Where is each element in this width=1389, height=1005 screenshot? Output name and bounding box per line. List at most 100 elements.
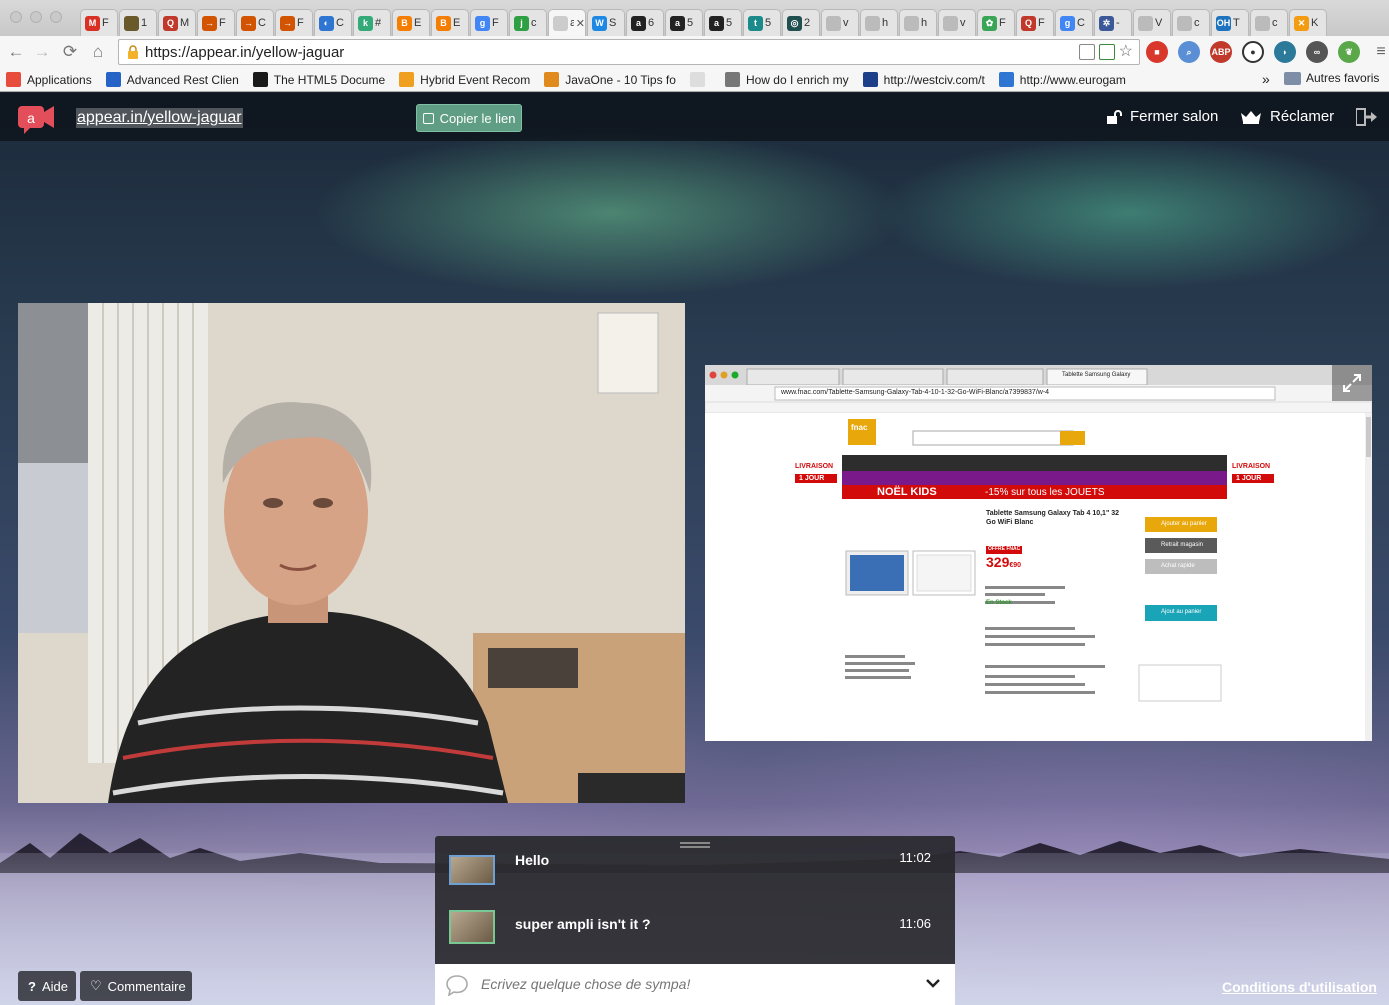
x-icon: ✕ xyxy=(1294,15,1309,31)
help-button[interactable]: ? Aide xyxy=(18,971,76,1001)
window-minimize-button[interactable] xyxy=(30,11,42,23)
appear-logo[interactable]: a xyxy=(18,104,54,134)
bookmark-item[interactable]: JavaOne - 10 Tips fo xyxy=(544,72,676,87)
page-icon xyxy=(904,15,919,31)
google-icon: g xyxy=(1060,15,1075,31)
browser-tab[interactable]: ✲ - xyxy=(1094,9,1132,36)
bookmark-label: Applications xyxy=(27,72,92,87)
browser-tab[interactable]: a5 xyxy=(704,9,742,36)
close-tab-icon[interactable]: ✕ xyxy=(576,17,585,30)
bookmark-item[interactable]: Applications xyxy=(6,72,92,87)
k-icon: k xyxy=(358,15,373,31)
home-button[interactable]: ⌂ xyxy=(86,40,110,64)
browser-tab[interactable]: v xyxy=(821,9,859,36)
amazon-icon: a xyxy=(631,15,646,31)
fullscreen-button[interactable] xyxy=(1332,365,1372,401)
browser-tab[interactable]: WS xyxy=(587,9,625,36)
tab-label: 1 xyxy=(141,17,148,29)
browser-tab[interactable]: ◎ 2 xyxy=(782,9,820,36)
extension-icons: ■ ⌕ ABP ● ◗ ∞ ❦ ≡ xyxy=(1146,41,1389,63)
bookmark-item[interactable]: http://www.eurogam xyxy=(998,72,1126,87)
close-room-button[interactable]: Fermer salon xyxy=(1106,108,1218,125)
camera-icon[interactable] xyxy=(1078,44,1095,60)
tab-label: c xyxy=(1272,17,1278,29)
tab-label: M xyxy=(180,17,190,29)
signal-extension-icon[interactable]: ◗ xyxy=(1274,41,1296,63)
store-pickup-label: Retrait magasin xyxy=(1161,542,1204,548)
room-link[interactable]: appear.in/yellow-jaguar xyxy=(76,108,243,128)
browser-tab[interactable]: h xyxy=(899,9,937,36)
evernote-extension-icon[interactable]: ❦ xyxy=(1338,41,1360,63)
claim-room-button[interactable]: Réclamer xyxy=(1240,108,1334,125)
browser-tab[interactable]: → F xyxy=(275,9,313,36)
back-button[interactable]: ← xyxy=(4,40,28,64)
screenshot-extension-icon[interactable]: ⌕ xyxy=(1178,41,1200,63)
browser-tab[interactable]: a6 xyxy=(626,9,664,36)
browser-tab[interactable]: t5 xyxy=(743,9,781,36)
browser-tab[interactable]: gF xyxy=(470,9,508,36)
star-icon[interactable]: ☆ xyxy=(1119,44,1133,60)
tab-label: 2 xyxy=(804,17,811,29)
lock-warning-icon xyxy=(128,45,138,59)
browser-tab[interactable]: BE xyxy=(392,9,430,36)
browser-tab[interactable]: ✿ F xyxy=(977,9,1015,36)
browser-tab[interactable]: a✕ xyxy=(548,9,586,36)
feedback-button[interactable]: ♡ Commentaire xyxy=(80,971,192,1001)
browser-tab[interactable]: V xyxy=(1133,9,1171,36)
reload-button[interactable]: ⟳ xyxy=(58,40,82,64)
stop-extension-icon[interactable]: ■ xyxy=(1146,41,1168,63)
copy-link-label: Copier le lien xyxy=(439,110,516,126)
browser-tab[interactable]: MF xyxy=(80,9,118,36)
browser-tab[interactable]: BE xyxy=(431,9,469,36)
copy-link-button[interactable]: Copier le lien xyxy=(416,104,522,132)
incognito-extension-icon[interactable]: ∞ xyxy=(1306,41,1328,63)
record-extension-icon[interactable]: ● xyxy=(1242,41,1264,63)
browser-tab[interactable]: jc xyxy=(509,9,547,36)
leave-room-icon[interactable] xyxy=(1356,108,1378,126)
browser-tab[interactable]: 1 xyxy=(119,9,157,36)
browser-tab[interactable]: c xyxy=(1172,9,1210,36)
browser-tab[interactable]: gC xyxy=(1055,9,1093,36)
menu-icon[interactable]: ≡ xyxy=(1370,41,1389,63)
terms-link[interactable]: Conditions d'utilisation xyxy=(1222,979,1377,995)
browser-tab[interactable]: → F xyxy=(197,9,235,36)
bookmark-item[interactable]: Advanced Rest Clien xyxy=(105,72,239,87)
bookmark-label: http://westciv.com/t xyxy=(883,72,985,87)
url-text: https://appear.in/yellow-jaguar xyxy=(145,44,345,61)
promo-left-1: LIVRAISON xyxy=(795,463,834,470)
participant-video[interactable] xyxy=(18,303,685,803)
browser-tab[interactable]: k # xyxy=(353,9,391,36)
browser-tab[interactable]: h xyxy=(860,9,898,36)
claim-label: Réclamer xyxy=(1270,108,1335,125)
bookmark-item[interactable] xyxy=(689,72,711,87)
chat-resize-handle[interactable] xyxy=(680,842,710,848)
chevron-down-icon[interactable] xyxy=(925,977,941,989)
tab-label: v xyxy=(960,17,966,29)
window-zoom-button[interactable] xyxy=(50,11,62,23)
browser-tab[interactable]: v xyxy=(938,9,976,36)
page-action-icon[interactable] xyxy=(1098,44,1115,60)
browser-tab[interactable]: QM xyxy=(158,9,196,36)
svg-text:a: a xyxy=(27,110,35,126)
browser-tab[interactable]: ✕ K xyxy=(1289,9,1327,36)
tab-label: F xyxy=(999,17,1006,29)
bookmark-item[interactable]: How do I enrich my xyxy=(724,72,849,87)
forward-button[interactable]: → xyxy=(30,40,54,64)
adblock-plus-icon[interactable]: ABP xyxy=(1210,41,1232,63)
bookmark-item[interactable]: The HTML5 Docume xyxy=(252,72,385,87)
bookmarks-overflow-button[interactable]: » xyxy=(1262,71,1270,87)
browser-tab[interactable]: QF xyxy=(1016,9,1054,36)
bookmark-item[interactable]: http://westciv.com/t xyxy=(862,72,985,87)
globe-icon: ◐ xyxy=(319,15,334,31)
browser-tab[interactable]: a5 xyxy=(665,9,703,36)
other-bookmarks-folder[interactable]: Autres favoris xyxy=(1284,71,1379,85)
browser-tab[interactable]: → C xyxy=(236,9,274,36)
chat-input[interactable] xyxy=(481,970,911,998)
window-close-button[interactable] xyxy=(10,11,22,23)
address-bar[interactable]: https://appear.in/yellow-jaguar ☆ xyxy=(118,39,1140,65)
screen-share-video[interactable]: Tablette Samsung Galaxy www.fnac.com/Tab… xyxy=(705,365,1372,741)
bookmark-item[interactable]: Hybrid Event Recom xyxy=(399,72,530,87)
browser-tab[interactable]: OH T xyxy=(1211,9,1249,36)
browser-tab[interactable]: ◐ C xyxy=(314,9,352,36)
browser-tab[interactable]: c xyxy=(1250,9,1288,36)
